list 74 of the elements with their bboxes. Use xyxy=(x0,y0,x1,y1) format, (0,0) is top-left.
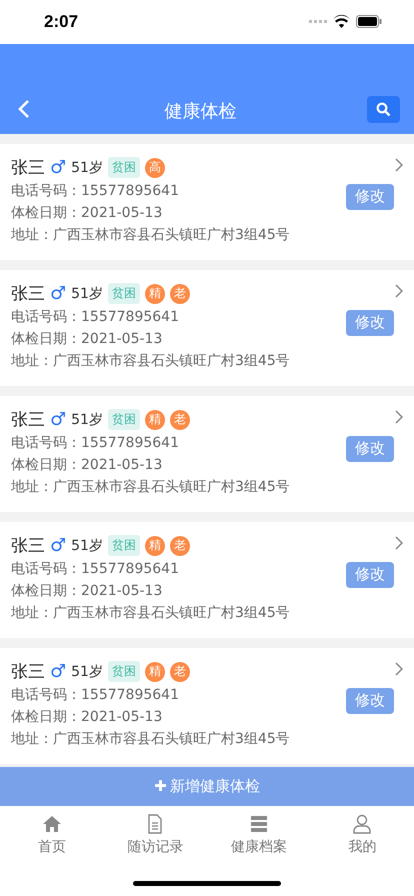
edit-button[interactable]: 修改 xyxy=(346,436,394,462)
tab-item[interactable]: 健康档案 xyxy=(207,806,310,896)
status-tag: 贫困 xyxy=(108,157,140,178)
category-badge: 老 xyxy=(170,284,190,304)
record-card[interactable]: 张三 ♂ 51岁 贫困 精 老 电话号码：15577895641 体检日期：2021-05-13 地址：广西玉林市容县石头镇旺广村3组45号 修改 xyxy=(0,270,414,386)
edit-button[interactable]: 修改 xyxy=(346,562,394,588)
date-text: 体检日期：2021-05-13 xyxy=(11,708,162,727)
gender-symbol: ♂ xyxy=(50,283,66,304)
status-tag: 贫困 xyxy=(108,661,140,682)
edit-button[interactable]: 修改 xyxy=(346,310,394,336)
add-checkup-button[interactable]: ✚ 新增健康体检 xyxy=(0,766,414,806)
gender-symbol: ♂ xyxy=(50,661,66,682)
phone-text: 电话号码：15577895641 xyxy=(11,182,179,201)
record-card[interactable]: 张三 ♂ 51岁 贫困 精 老 电话号码：15577895641 体检日期：2021-05-13 地址：广西玉林市容县石头镇旺广村3组45号 修改 xyxy=(0,522,414,638)
page-title: 健康体检 xyxy=(164,100,236,123)
battery-icon xyxy=(356,15,382,28)
person-name: 张三 xyxy=(11,409,45,432)
server-icon xyxy=(248,814,269,834)
status-tag: 贫困 xyxy=(108,535,140,556)
chevron-right-icon xyxy=(395,158,403,172)
address-text: 地址：广西玉林市容县石头镇旺广村3组45号 xyxy=(11,604,290,623)
category-badge: 精 xyxy=(144,536,165,556)
tab-item[interactable]: 首页 xyxy=(0,806,104,896)
person-name: 张三 xyxy=(11,157,45,180)
category-badge: 精 xyxy=(144,662,165,682)
gender-symbol: ♂ xyxy=(50,535,66,556)
record-card[interactable]: 张三 ♂ 51岁 贫困 精 老 电话号码：15577895641 体检日期：2021-05-13 地址：广西玉林市容县石头镇旺广村3组45号 修改 xyxy=(0,396,414,512)
address-text: 地址：广西玉林市容县石头镇旺广村3组45号 xyxy=(11,730,290,749)
phone-text: 电话号码：15577895641 xyxy=(11,434,179,453)
category-badge: 精 xyxy=(144,410,165,430)
age-text: 51岁 xyxy=(71,158,103,177)
age-text: 51岁 xyxy=(71,662,103,681)
record-card[interactable]: 张三 ♂ 51岁 贫困 精 老 电话号码：15577895641 体检日期：2021-05-13 地址：广西玉林市容县石头镇旺广村3组45号 修改 xyxy=(0,648,414,764)
age-text: 51岁 xyxy=(71,410,103,429)
person-name: 张三 xyxy=(11,661,45,684)
status-tag: 贫困 xyxy=(108,283,140,304)
edit-button[interactable]: 修改 xyxy=(346,184,394,210)
search-icon xyxy=(376,102,391,117)
chevron-right-icon xyxy=(395,536,403,550)
category-badge: 老 xyxy=(170,662,190,682)
category-badge: 精 xyxy=(144,284,165,304)
tab-item[interactable]: 我的 xyxy=(310,806,414,896)
date-text: 体检日期：2021-05-13 xyxy=(11,330,162,349)
phone-text: 电话号码：15577895641 xyxy=(11,686,179,705)
home-icon xyxy=(42,814,62,834)
category-badge: 老 xyxy=(170,536,190,556)
phone-text: 电话号码：15577895641 xyxy=(11,308,179,327)
date-text: 体检日期：2021-05-13 xyxy=(11,582,162,601)
person-name: 张三 xyxy=(11,283,45,306)
date-text: 体检日期：2021-05-13 xyxy=(11,456,162,475)
age-text: 51岁 xyxy=(71,536,103,555)
wifi-icon xyxy=(333,15,350,28)
status-tag: 贫困 xyxy=(108,409,140,430)
edit-button[interactable]: 修改 xyxy=(346,688,394,714)
record-card[interactable]: 张三 ♂ 51岁 贫困 高 电话号码：15577895641 体检日期：2021-05-13 地址：广西玉林市容县石头镇旺广村3组45号 修改 xyxy=(0,144,414,260)
phone-text: 电话号码：15577895641 xyxy=(11,560,179,579)
chevron-right-icon xyxy=(395,284,403,298)
chevron-right-icon xyxy=(395,662,403,676)
date-text: 体检日期：2021-05-13 xyxy=(11,204,162,223)
status-time: 2:07 xyxy=(44,12,78,32)
category-badge: 高 xyxy=(144,158,165,178)
address-text: 地址：广西玉林市容县石头镇旺广村3组45号 xyxy=(11,478,290,497)
address-text: 地址：广西玉林市容县石头镇旺广村3组45号 xyxy=(11,226,290,245)
chevron-right-icon xyxy=(395,410,403,424)
person-name: 张三 xyxy=(11,535,45,558)
age-text: 51岁 xyxy=(71,284,103,303)
address-text: 地址：广西玉林市容县石头镇旺广村3组45号 xyxy=(11,352,290,371)
search-button[interactable] xyxy=(367,96,400,123)
gender-symbol: ♂ xyxy=(50,157,66,178)
user-icon xyxy=(352,814,372,834)
signal-icon xyxy=(309,20,327,24)
category-badge: 老 xyxy=(170,410,190,430)
gender-symbol: ♂ xyxy=(50,409,66,430)
tab-item[interactable]: 随访记录 xyxy=(104,806,207,896)
